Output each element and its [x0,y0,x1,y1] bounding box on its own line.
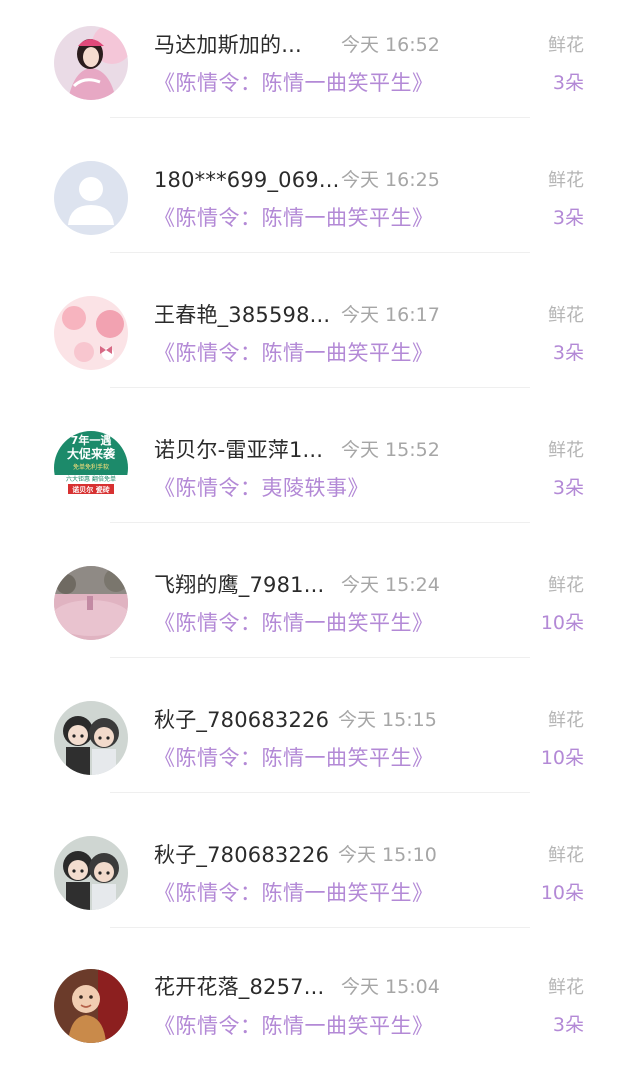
gift-time: 今天 16:17 [341,304,440,326]
row-divider [110,387,530,388]
gift-time: 今天 15:24 [341,574,440,596]
avatar[interactable] [54,161,128,235]
avatar[interactable] [54,26,128,100]
row-divider [110,117,530,118]
row-divider [110,792,530,793]
gift-count: 3朵 [552,1014,584,1036]
avatar[interactable] [54,969,128,1043]
gift-count: 10朵 [540,747,584,769]
drama-title-link[interactable]: 《陈情令：陈情一曲笑平生》 [154,745,434,771]
avatar[interactable] [54,701,128,775]
list-item[interactable]: 马达加斯加的... 今天 16:52 《陈情令：陈情一曲笑平生》 鲜花 3朵 [0,0,640,135]
user-name: 飞翔的鹰_7981... [154,573,325,597]
drama-title-link[interactable]: 《陈情令：陈情一曲笑平生》 [154,610,434,636]
gift-time: 今天 15:04 [341,976,440,998]
gift-type: 鲜花 [548,977,584,998]
gift-type: 鲜花 [548,440,584,461]
row-divider [110,522,530,523]
row-divider [110,252,530,253]
ad-line3: 免单免利手软 [73,463,109,471]
girl-portrait-avatar-icon [54,26,128,100]
list-item[interactable]: 秋子_780683226 今天 15:10 《陈情令：陈情一曲笑平生》 鲜花 1… [0,810,640,945]
figurine-avatar-icon [54,836,128,910]
gift-time: 今天 15:10 [338,844,437,866]
gift-type: 鲜花 [548,710,584,731]
default-person-avatar-icon [54,161,128,235]
gift-time: 今天 16:52 [341,34,440,56]
drama-title-link[interactable]: 《陈情令：陈情一曲笑平生》 [154,340,434,366]
avatar[interactable] [54,296,128,370]
user-name: 180***699_069... [154,168,340,192]
user-name: 花开花落_8257... [154,975,325,999]
drama-title-link[interactable]: 《陈情令：陈情一曲笑平生》 [154,70,434,96]
gift-count: 3朵 [552,342,584,364]
tile-ad-avatar-icon: 7年一遇 大促来袭 免单免利手软 六大钜惠 翻倍免单 诺贝尔 瓷砖 [54,431,128,505]
user-name: 马达加斯加的... [154,33,302,57]
user-name: 秋子_780683226 [154,843,330,867]
user-name: 诺贝尔-雷亚萍1... [154,438,324,462]
gift-type: 鲜花 [548,845,584,866]
drama-title-link[interactable]: 《陈情令：陈情一曲笑平生》 [154,205,434,231]
user-name: 秋子_780683226 [154,708,330,732]
ad-line4: 六大钜惠 翻倍免单 [66,475,116,483]
gift-count: 3朵 [552,477,584,499]
row-divider [110,927,530,928]
gift-count: 10朵 [540,612,584,634]
gift-type: 鲜花 [548,305,584,326]
ad-line2: 大促来袭 [67,446,116,461]
avatar[interactable] [54,836,128,910]
drama-title-link[interactable]: 《陈情令：陈情一曲笑平生》 [154,880,434,906]
drama-title-link[interactable]: 《陈情令：陈情一曲笑平生》 [154,1013,434,1039]
list-item[interactable]: 花开花落_8257... 今天 15:04 《陈情令：陈情一曲笑平生》 鲜花 3… [0,945,640,1080]
pink-floral-avatar-icon [54,296,128,370]
gift-count: 10朵 [540,882,584,904]
gift-count: 3朵 [552,207,584,229]
pink-field-avatar-icon [54,566,128,640]
avatar[interactable]: 7年一遇 大促来袭 免单免利手软 六大钜惠 翻倍免单 诺贝尔 瓷砖 [54,431,128,505]
list-item[interactable]: 飞翔的鹰_7981... 今天 15:24 《陈情令：陈情一曲笑平生》 鲜花 1… [0,540,640,675]
list-item[interactable]: 王春艳_385598... 今天 16:17 《陈情令：陈情一曲笑平生》 鲜花 … [0,270,640,405]
ad-line5: 诺贝尔 瓷砖 [72,485,109,494]
gift-type: 鲜花 [548,575,584,596]
ad-line1: 7年一遇 [71,433,112,447]
drama-title-link[interactable]: 《陈情令：夷陵轶事》 [154,475,369,501]
gift-time: 今天 15:15 [338,709,437,731]
monk-figure-avatar-icon [54,969,128,1043]
gift-type: 鲜花 [548,35,584,56]
row-divider [110,657,530,658]
gift-time: 今天 15:52 [341,439,440,461]
list-item[interactable]: 秋子_780683226 今天 15:15 《陈情令：陈情一曲笑平生》 鲜花 1… [0,675,640,810]
list-item[interactable]: 180***699_069... 今天 16:25 《陈情令：陈情一曲笑平生》 … [0,135,640,270]
list-item[interactable]: 7年一遇 大促来袭 免单免利手软 六大钜惠 翻倍免单 诺贝尔 瓷砖 诺贝尔-雷亚… [0,405,640,540]
user-name: 王春艳_385598... [154,303,331,327]
gift-time: 今天 16:25 [341,169,440,191]
gift-record-list: 马达加斯加的... 今天 16:52 《陈情令：陈情一曲笑平生》 鲜花 3朵 1… [0,0,640,1057]
figurine-avatar-icon [54,701,128,775]
gift-type: 鲜花 [548,170,584,191]
gift-count: 3朵 [552,72,584,94]
avatar[interactable] [54,566,128,640]
